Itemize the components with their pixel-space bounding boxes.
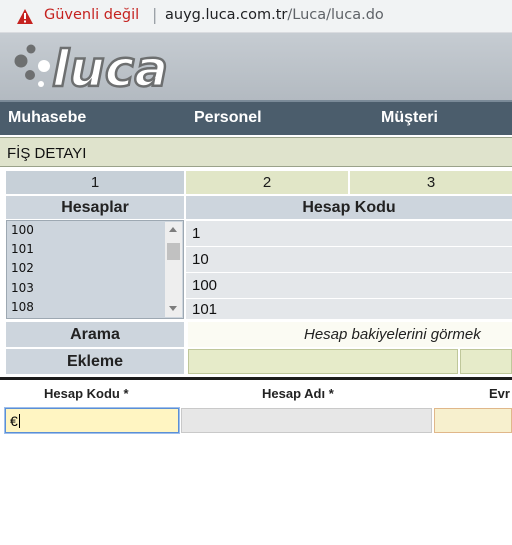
menu-personel[interactable]: Personel bbox=[194, 109, 262, 127]
accounts-label: Hesaplar bbox=[6, 196, 184, 219]
account-name-input[interactable] bbox=[181, 408, 432, 433]
svg-text:luca: luca bbox=[52, 40, 168, 96]
menu-musteri[interactable]: Müşteri bbox=[381, 109, 438, 127]
scroll-thumb[interactable] bbox=[167, 243, 180, 260]
col-account-code: Hesap Kodu * bbox=[44, 386, 129, 401]
address-bar[interactable]: Güvenli değil | auyg.luca.com.tr/Luca/lu… bbox=[0, 0, 512, 33]
page-title: FİŞ DETAYI bbox=[7, 145, 87, 162]
warning-icon bbox=[17, 9, 33, 24]
col-account-name: Hesap Adı * bbox=[262, 386, 334, 401]
luca-logo: luca bbox=[14, 40, 169, 96]
list-item[interactable]: 108 bbox=[11, 300, 34, 314]
accounts-list[interactable]: 100 101 102 103 108 bbox=[6, 220, 184, 319]
code-row[interactable]: 100 bbox=[186, 273, 512, 298]
account-code-input[interactable]: € bbox=[4, 407, 180, 434]
account-code-label: Hesap Kodu bbox=[186, 196, 512, 219]
list-item[interactable]: 103 bbox=[11, 281, 34, 295]
add-field-2[interactable] bbox=[460, 349, 512, 374]
list-item[interactable]: 102 bbox=[11, 261, 34, 275]
url-path: /Luca/luca.do bbox=[287, 7, 384, 23]
address-separator: | bbox=[152, 5, 158, 24]
add-field[interactable] bbox=[188, 349, 458, 374]
list-item[interactable]: 101 bbox=[11, 242, 34, 256]
tab-1[interactable]: 1 bbox=[6, 171, 184, 194]
text-cursor bbox=[18, 413, 20, 428]
account-code-value: € bbox=[10, 412, 18, 429]
list-scrollbar[interactable] bbox=[165, 222, 182, 317]
add-label: Ekleme bbox=[6, 349, 184, 374]
url-host: auyg.luca.com.tr bbox=[165, 7, 288, 23]
code-row[interactable]: 1 bbox=[186, 221, 512, 246]
balance-hint: Hesap bakiyelerini görmek bbox=[188, 322, 512, 347]
main-menu: Muhasebe Personel Müşteri bbox=[0, 100, 512, 135]
code-row[interactable]: 101 bbox=[186, 299, 512, 319]
scroll-down-icon[interactable] bbox=[169, 306, 177, 311]
col-document: Evr bbox=[489, 386, 510, 401]
entry-table-header: Hesap Kodu * Hesap Adı * Evr bbox=[0, 380, 512, 406]
list-item[interactable]: 100 bbox=[11, 223, 34, 237]
section-header: FİŞ DETAYI bbox=[0, 137, 512, 167]
tab-3[interactable]: 3 bbox=[350, 171, 512, 194]
search-label: Arama bbox=[6, 322, 184, 347]
menu-muhasebe[interactable]: Muhasebe bbox=[8, 109, 86, 127]
document-input[interactable] bbox=[434, 408, 512, 433]
scroll-up-icon[interactable] bbox=[169, 227, 177, 232]
code-row[interactable]: 10 bbox=[186, 247, 512, 272]
url-text[interactable]: auyg.luca.com.tr/Luca/luca.do bbox=[165, 7, 384, 23]
security-status[interactable]: Güvenli değil bbox=[44, 7, 139, 23]
tab-2[interactable]: 2 bbox=[186, 171, 348, 194]
